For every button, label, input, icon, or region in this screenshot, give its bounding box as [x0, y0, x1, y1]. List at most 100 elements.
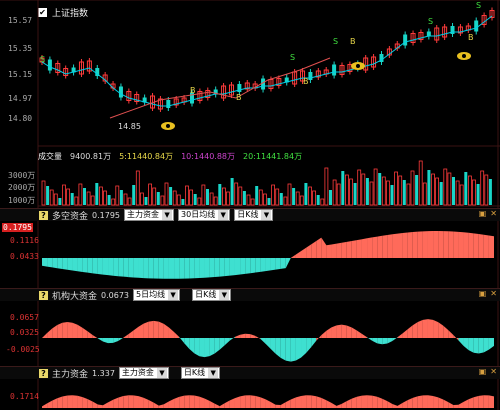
volume-bar [329, 190, 332, 205]
area-segment [168, 398, 175, 408]
panel2-select-1[interactable]: 5日均线 ▼ [133, 289, 181, 301]
area-segment [102, 338, 109, 344]
volume-bar [119, 190, 123, 205]
area-segment [488, 395, 494, 408]
volume-bar [41, 180, 46, 206]
help-icon[interactable]: ? [39, 210, 48, 220]
area-segment [214, 258, 220, 278]
area-segment [351, 396, 357, 408]
eye-icon [462, 54, 466, 58]
area-segment [427, 319, 434, 338]
volume-bar [144, 197, 148, 205]
area-segment [52, 324, 58, 338]
volume-bar [206, 189, 209, 205]
volume-label: 成交量 [38, 152, 62, 161]
panel3-select-2[interactable]: 日K线 ▼ [180, 367, 221, 379]
help-icon[interactable]: ? [39, 368, 48, 378]
area-segment [199, 338, 205, 358]
help-icon[interactable]: ? [39, 290, 48, 300]
signal-label: S [476, 1, 481, 10]
area-segment [448, 402, 454, 408]
panel1-select-2[interactable]: 30日均线 ▼ [178, 209, 231, 221]
settings-icon[interactable]: ▣ [479, 367, 487, 376]
volume-bar [435, 177, 440, 206]
volume-bar [111, 198, 116, 206]
area-segment [128, 395, 134, 408]
area-segment [438, 231, 444, 258]
area-segment [57, 396, 63, 408]
area-segment [321, 397, 327, 408]
area-segment [108, 258, 114, 276]
area-segment [204, 258, 210, 278]
volume-bar [218, 184, 222, 205]
volume-bar [169, 187, 173, 205]
area-segment [407, 325, 413, 338]
volume-bar [447, 172, 452, 206]
panel2-select-2[interactable]: 日K线 ▼ [192, 289, 232, 301]
area-segment [174, 331, 180, 338]
signal-label: S [333, 37, 338, 46]
area-segment [443, 325, 449, 338]
area-segment [478, 395, 484, 408]
area-segment [306, 395, 312, 408]
panel1-toolbar: ? 多空资金 0.1795 主力资金 ▼ 30日均线 ▼ 日K线 ▼ ▣ ✕ [0, 208, 500, 222]
area-segment [163, 258, 169, 279]
area-segment [402, 400, 408, 408]
volume-bar [279, 193, 283, 205]
area-segment [62, 395, 68, 408]
area-segment [62, 322, 68, 338]
volume-bar [99, 186, 103, 206]
volume-bar [262, 193, 267, 206]
area-segment [448, 330, 454, 338]
area-segment [468, 397, 474, 408]
area-segment [72, 395, 78, 408]
volume-tick: 1000万 [8, 196, 36, 205]
area-segment [473, 338, 479, 354]
area-segment [270, 338, 276, 354]
volume-bar [246, 194, 251, 206]
area-segment [57, 322, 63, 338]
volume-bar [431, 173, 435, 206]
volume-bar [443, 168, 448, 206]
signal-label: B [303, 77, 309, 86]
area-segment [275, 404, 281, 408]
area-segment [443, 231, 449, 258]
area-segment [321, 330, 327, 338]
panel2-title: 机构大资金 [52, 291, 98, 302]
area-segment [265, 338, 271, 349]
area-segment [97, 404, 103, 408]
settings-icon[interactable]: ▣ [479, 209, 487, 218]
settings-icon[interactable]: ▣ [479, 289, 487, 298]
area-segment [402, 329, 408, 338]
close-icon[interactable]: ✕ [490, 209, 497, 218]
signal-label: B [190, 86, 196, 95]
area-segment [346, 398, 352, 408]
area-segment [270, 258, 276, 271]
area-segment [397, 333, 403, 338]
volume-bar [439, 182, 443, 205]
panel2-toolbar: ? 机构大资金 0.0673 5日均线 ▼ 日K线 ▼ ▣ ✕ [0, 288, 500, 302]
panel3-select-1[interactable]: 主力资金 ▼ [118, 367, 169, 379]
area-segment [113, 258, 119, 277]
area-segment [290, 254, 296, 258]
area-segment [260, 397, 266, 408]
area-segment [113, 397, 119, 408]
area-segment [438, 397, 444, 408]
area-segment [387, 234, 393, 258]
panel1-select-1[interactable]: 主力资金 ▼ [124, 209, 175, 221]
area-segment [306, 244, 312, 258]
close-icon[interactable]: ✕ [490, 289, 497, 298]
volume-bar [86, 191, 91, 206]
volume-bar [193, 194, 197, 205]
area-segment [341, 324, 347, 338]
close-icon[interactable]: ✕ [490, 367, 497, 376]
panel1-select-3[interactable]: 日K线 ▼ [234, 209, 274, 221]
panel1-tools: ▣ ✕ [479, 209, 497, 218]
area-segment [361, 333, 368, 338]
volume-bar [476, 184, 480, 205]
area-segment [351, 240, 357, 258]
area-segment [412, 321, 418, 338]
area-segment [356, 330, 362, 338]
volume-bar [156, 192, 160, 205]
panel1-title: 多空资金 [52, 211, 89, 222]
